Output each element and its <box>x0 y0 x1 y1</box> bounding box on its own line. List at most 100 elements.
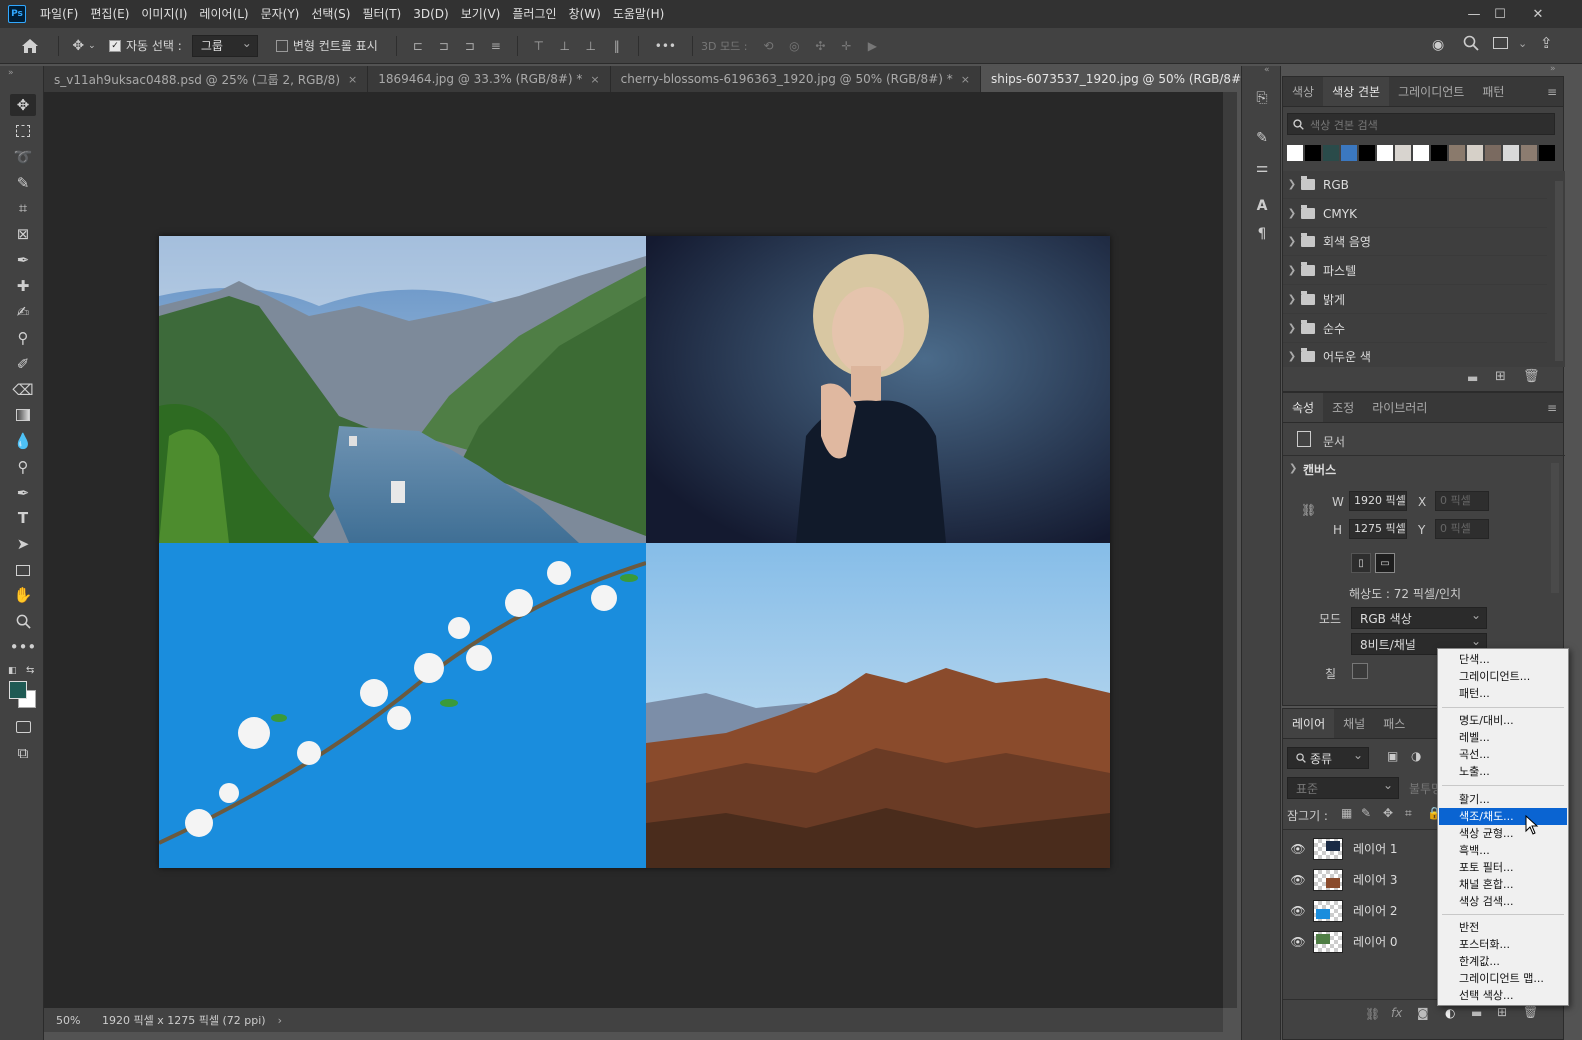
adjustments-icon[interactable]: ⚌ <box>1252 158 1272 178</box>
move-tool-preset-icon[interactable]: ✥ ⌄ <box>67 28 101 64</box>
y-input[interactable]: 0 픽셀 <box>1435 519 1489 539</box>
menu-edit[interactable]: 편집(E) <box>84 0 135 28</box>
maximize-button[interactable]: ☐ <box>1482 0 1518 28</box>
default-colors-icon[interactable]: ◧ <box>8 666 17 676</box>
menu-item-hue-saturation[interactable]: 색조/채도... <box>1439 808 1567 825</box>
menu-item-threshold[interactable]: 한계값... <box>1439 953 1567 970</box>
close-icon[interactable]: × <box>348 73 357 86</box>
status-menu-icon[interactable]: › <box>278 1014 282 1027</box>
frame-tool-icon[interactable]: ⊠ <box>10 223 36 245</box>
chevron-down-icon[interactable]: ❯ <box>1289 463 1297 474</box>
workspace-dropdown-icon[interactable]: ⌄ <box>1518 37 1527 50</box>
width-input[interactable]: 1920 픽셀 <box>1349 491 1407 511</box>
auto-select-checkbox[interactable]: ✓ <box>109 39 121 52</box>
panel-menu-icon[interactable]: ≡ <box>1547 85 1557 99</box>
character-panel-icon[interactable]: A <box>1252 196 1272 216</box>
layer-row[interactable]: 👁 레이어 0 <box>1283 926 1433 957</box>
align-bottom-icon[interactable]: ⊥ <box>584 39 598 53</box>
workspace-icon[interactable] <box>1493 37 1508 49</box>
type-tool-icon[interactable]: T <box>10 507 36 529</box>
align-vcenter-icon[interactable]: ⊥ <box>558 39 572 53</box>
lasso-tool-icon[interactable]: ➰ <box>10 146 36 168</box>
zoom-tool-icon[interactable] <box>10 610 36 632</box>
color-swatch[interactable] <box>1539 145 1555 161</box>
auto-select-dropdown[interactable]: 그룹 <box>191 34 258 57</box>
new-swatch-icon[interactable]: ⊞ <box>1495 369 1506 384</box>
stamp-tool-icon[interactable]: ⚲ <box>10 327 36 349</box>
swap-colors-icon[interactable]: ⇆ <box>26 665 34 676</box>
brush-tool-icon[interactable]: ✍ <box>10 301 36 323</box>
history-panel-icon[interactable]: ⎘ <box>1252 88 1272 108</box>
more-options-button[interactable]: ••• <box>655 39 676 53</box>
edit-toolbar-icon[interactable]: ••• <box>10 636 37 658</box>
menu-item-color-balance[interactable]: 색상 균형... <box>1439 825 1567 842</box>
eye-icon[interactable]: 👁 <box>1283 842 1313 856</box>
menu-item-gradient[interactable]: 그레이디언트... <box>1439 668 1567 685</box>
distribute-icon[interactable]: ≡ <box>489 39 503 53</box>
3d-slide-icon[interactable]: ✛ <box>839 39 853 53</box>
brush-settings-icon[interactable]: ✎ <box>1252 128 1272 148</box>
tab-layers[interactable]: 레이어 <box>1283 709 1335 738</box>
3d-orbit-icon[interactable]: ⟲ <box>761 39 775 53</box>
blend-mode-dropdown[interactable]: 표준 <box>1287 777 1399 799</box>
menu-filter[interactable]: 필터(T) <box>356 0 407 28</box>
3d-roll-icon[interactable]: ◎ <box>787 39 801 53</box>
lock-position-icon[interactable]: ✥ <box>1383 806 1393 820</box>
menu-item-solid-color[interactable]: 단색... <box>1439 651 1567 668</box>
tab-document-2[interactable]: 1869464.jpg @ 33.3% (RGB/8#) * × <box>368 66 611 92</box>
menu-item-black-white[interactable]: 흑백... <box>1439 842 1567 859</box>
eraser-tool-icon[interactable]: ⌫ <box>10 379 36 401</box>
transform-controls-checkbox[interactable] <box>275 39 288 52</box>
align-top-icon[interactable]: ⊤ <box>532 39 546 53</box>
tab-channels[interactable]: 채널 <box>1334 709 1374 738</box>
panel-menu-icon[interactable]: ≡ <box>1547 401 1557 415</box>
menu-item-curves[interactable]: 곡선... <box>1439 746 1567 763</box>
filter-adjustment-icon[interactable]: ◑ <box>1411 749 1421 763</box>
align-hcenter-icon[interactable]: ⊐ <box>437 39 451 53</box>
tab-document-3[interactable]: cherry-blossoms-6196363_1920.jpg @ 50% (… <box>610 66 981 92</box>
height-input[interactable]: 1275 픽셀 <box>1349 519 1407 539</box>
landscape-orientation-icon[interactable]: ▭ <box>1375 553 1395 573</box>
swatch-folder-cmyk[interactable]: ❯ CMYK <box>1283 200 1547 228</box>
swatch-folder-rgb[interactable]: ❯ RGB <box>1283 171 1547 199</box>
move-tool-icon[interactable]: ✥ <box>10 94 36 116</box>
menu-item-posterize[interactable]: 포스터화... <box>1439 936 1567 953</box>
color-swatch[interactable] <box>1287 145 1303 161</box>
new-group-icon[interactable]: ▬ <box>1471 1006 1482 1020</box>
new-adjustment-layer-icon[interactable]: ◐ <box>1445 1006 1455 1020</box>
menu-item-photo-filter[interactable]: 포토 필터... <box>1439 859 1567 876</box>
fill-swatch[interactable] <box>1352 663 1368 679</box>
close-icon[interactable]: × <box>961 73 970 86</box>
menu-item-selective-color[interactable]: 선택 색상... <box>1439 987 1567 1004</box>
lock-artboard-icon[interactable]: ⌗ <box>1405 806 1412 821</box>
blur-tool-icon[interactable]: 💧 <box>10 430 36 452</box>
tab-patterns[interactable]: 패턴 <box>1473 77 1513 106</box>
swatch-search[interactable]: 색상 견본 검색 <box>1287 113 1555 135</box>
swatch-folder-pure[interactable]: ❯ 순수 <box>1283 315 1547 343</box>
menu-image[interactable]: 이미지(I) <box>135 0 193 28</box>
new-group-icon[interactable]: ▬ <box>1467 371 1478 385</box>
link-icon[interactable]: ⛓ <box>1301 503 1316 517</box>
color-swatch[interactable] <box>1449 145 1465 161</box>
color-swatch[interactable] <box>1431 145 1447 161</box>
color-mode-dropdown[interactable]: RGB 색상 <box>1351 607 1487 629</box>
quick-select-tool-icon[interactable]: ✎ <box>10 172 36 194</box>
color-swatch[interactable] <box>1413 145 1429 161</box>
properties-scrollbar[interactable] <box>1551 463 1559 593</box>
new-layer-icon[interactable]: ⊞ <box>1497 1005 1507 1019</box>
align-left-icon[interactable]: ⊏ <box>411 39 425 53</box>
share-people-icon[interactable]: ◉ <box>1432 37 1444 53</box>
foreground-color-swatch[interactable] <box>9 681 27 699</box>
menu-window[interactable]: 창(W) <box>563 0 607 28</box>
healing-brush-tool-icon[interactable]: ✚ <box>10 275 36 297</box>
color-swatch[interactable] <box>1359 145 1375 161</box>
delete-layer-icon[interactable]: 🗑 <box>1523 1005 1538 1019</box>
menu-item-levels[interactable]: 레벨... <box>1439 729 1567 746</box>
color-swatch[interactable] <box>1503 145 1519 161</box>
tab-properties[interactable]: 속성 <box>1283 393 1324 422</box>
menu-layer[interactable]: 레이어(L) <box>193 0 254 28</box>
menu-item-invert[interactable]: 반전 <box>1439 919 1567 936</box>
path-select-tool-icon[interactable]: ➤ <box>10 533 36 555</box>
swatch-folder-light[interactable]: ❯ 밝게 <box>1283 286 1547 314</box>
fx-icon[interactable]: fx <box>1391 1006 1402 1020</box>
